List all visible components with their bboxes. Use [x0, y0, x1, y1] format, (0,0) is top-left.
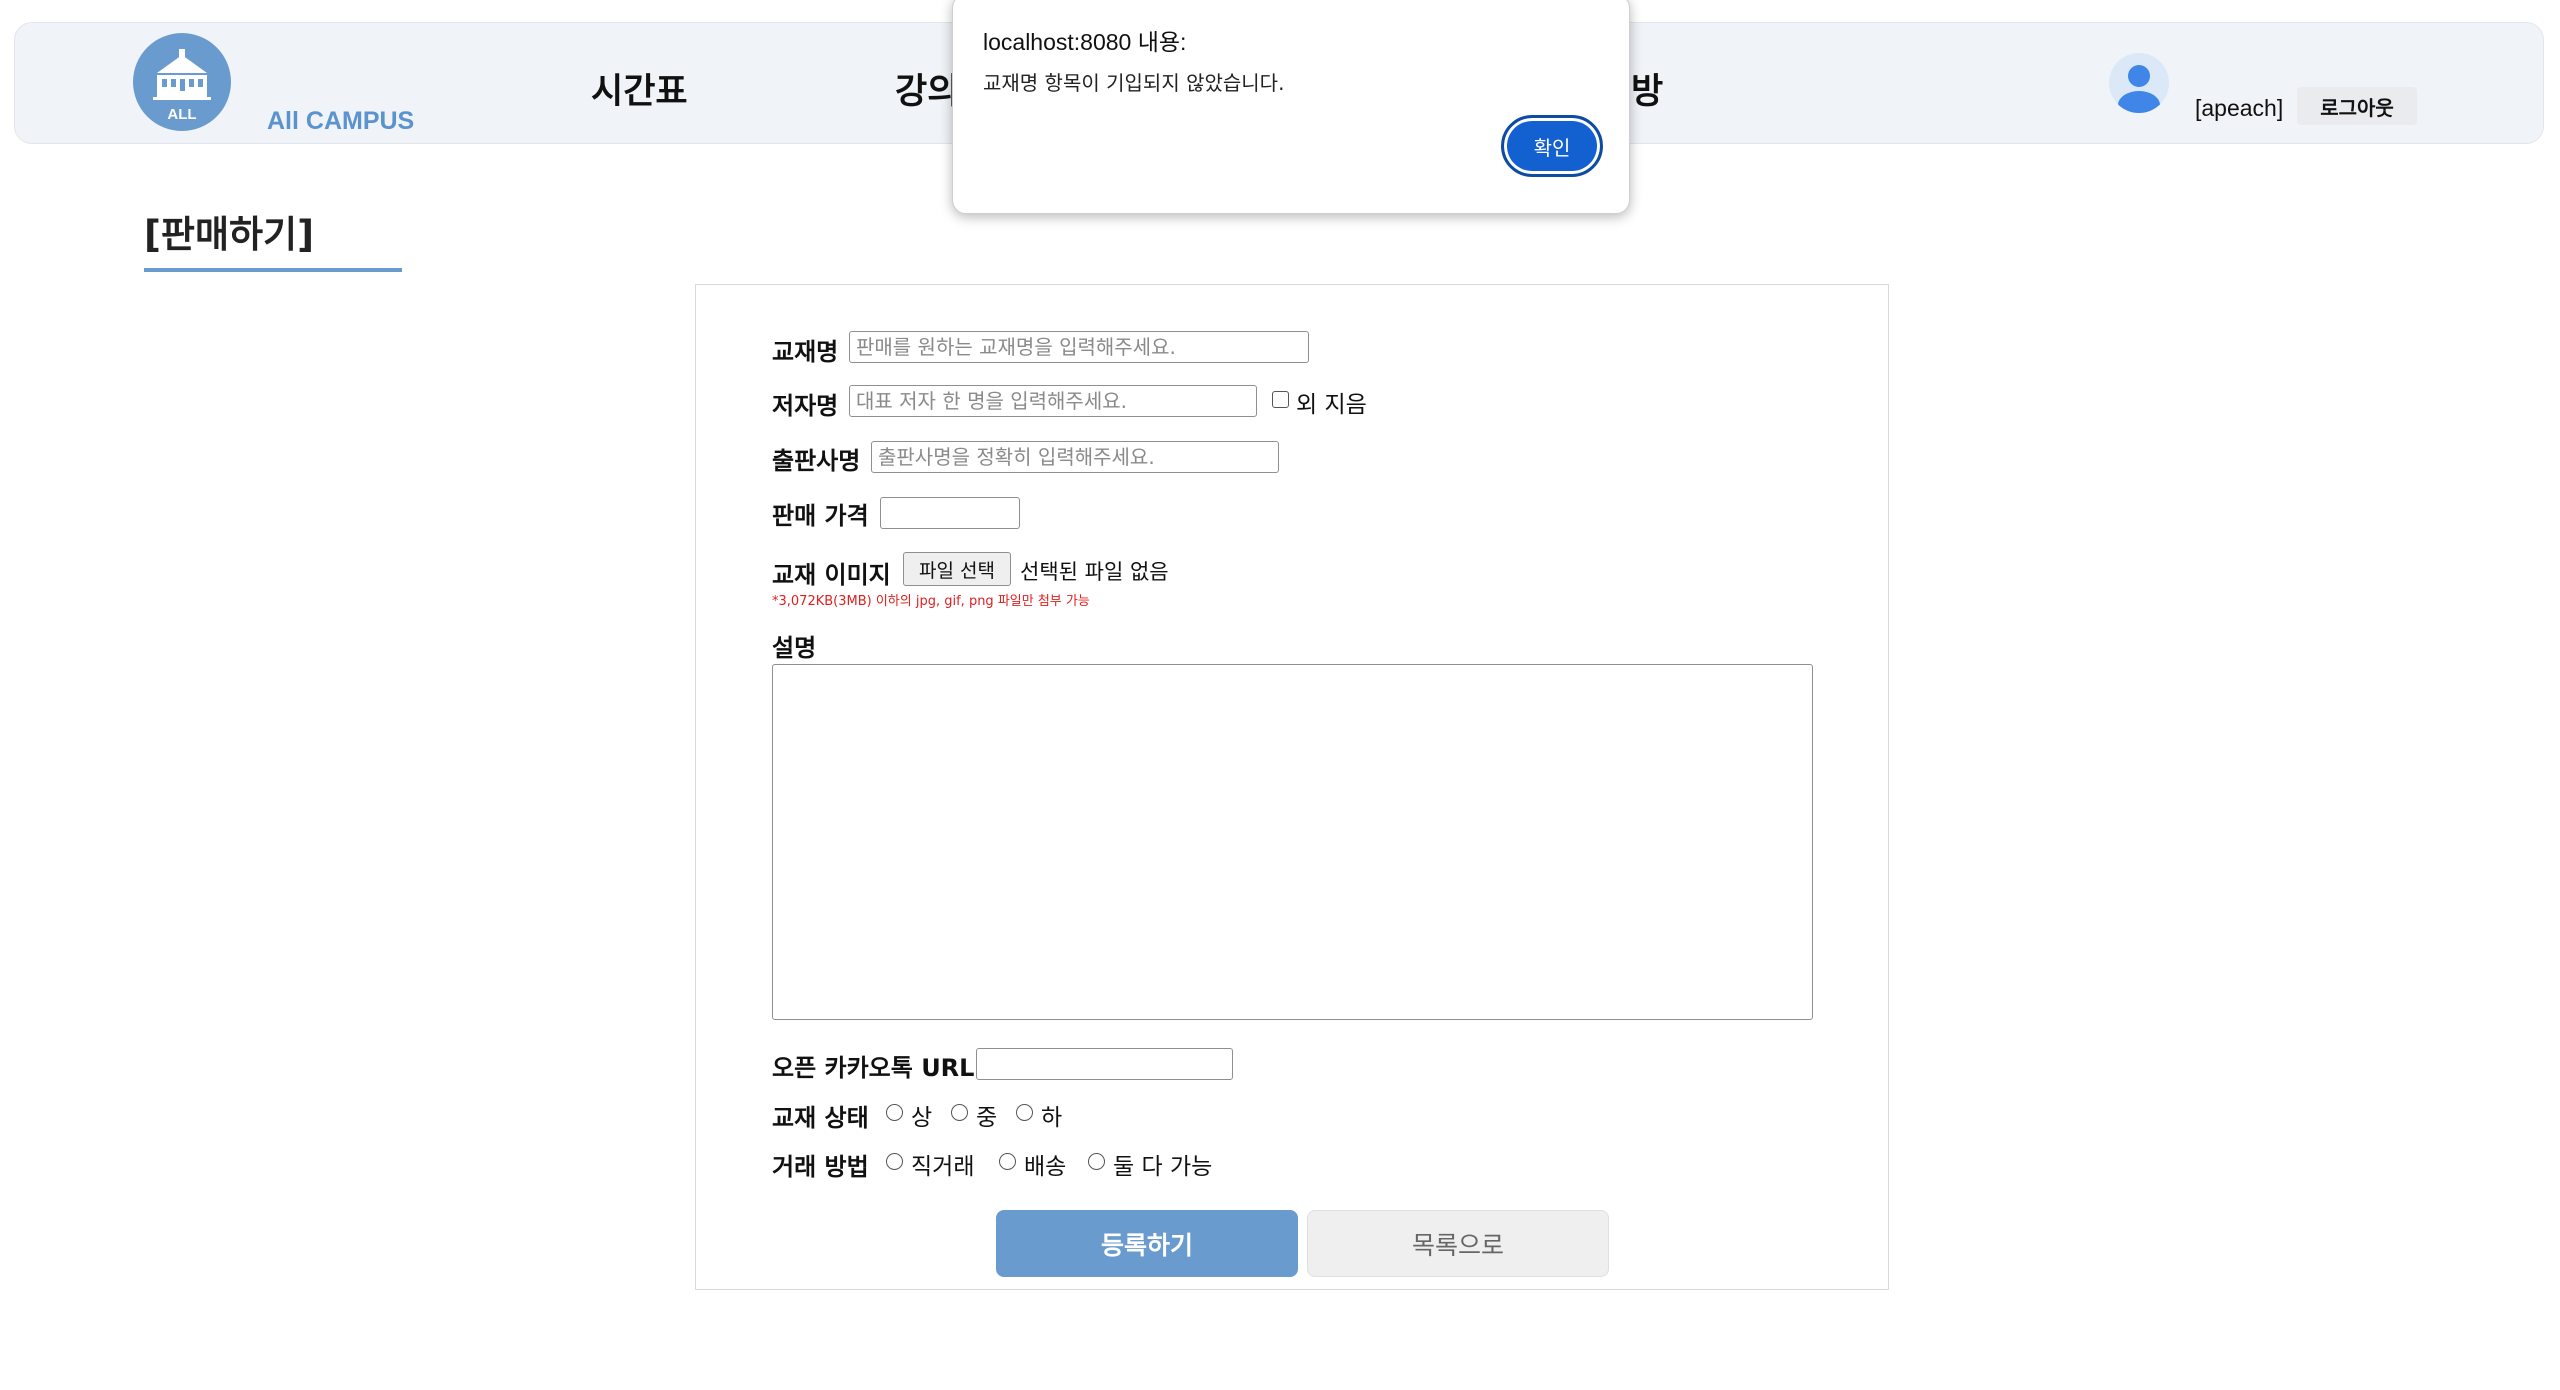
book-name-label: 교재명: [772, 338, 839, 366]
author-input[interactable]: [849, 385, 1257, 417]
price-input[interactable]: [880, 497, 1020, 529]
publisher-input[interactable]: [871, 441, 1279, 473]
file-select-button[interactable]: 파일 선택: [903, 552, 1011, 586]
dialog-title: localhost:8080 내용:: [983, 29, 1187, 55]
title-underline: [144, 268, 402, 272]
image-note: *3,072KB(3MB) 이하의 jpg, gif, png 파일만 첨부 가…: [772, 594, 1090, 609]
dialog-message: 교재명 항목이 기입되지 않았습니다.: [983, 71, 1285, 95]
method-radio-direct[interactable]: [886, 1153, 903, 1170]
nav-lecture[interactable]: 강의: [895, 63, 959, 114]
back-to-list-button[interactable]: 목록으로: [1307, 1210, 1609, 1277]
condition-label: 교재 상태: [772, 1104, 869, 1132]
description-label: 설명: [772, 634, 817, 662]
file-status: 선택된 파일 없음: [1020, 560, 1169, 584]
kakao-url-label: 오픈 카카오톡 URL: [772, 1054, 975, 1082]
logout-button[interactable]: 로그아웃: [2297, 87, 2417, 125]
method-option-both: 둘 다 가능: [1113, 1154, 1213, 1180]
condition-option-mid: 중: [976, 1105, 998, 1131]
author-extra-checkbox[interactable]: [1272, 391, 1289, 408]
condition-radio-high[interactable]: [886, 1104, 903, 1121]
description-textarea[interactable]: [772, 664, 1813, 1020]
dialog-ok-button[interactable]: 확인: [1501, 115, 1603, 177]
method-option-direct: 직거래: [911, 1154, 975, 1180]
publisher-label: 출판사명: [772, 447, 861, 475]
method-radio-both[interactable]: [1088, 1153, 1105, 1170]
author-extra-label: 외 지음: [1296, 392, 1367, 418]
page-title: [판매하기]: [144, 213, 314, 256]
school-logo-icon[interactable]: ALL: [133, 33, 231, 131]
kakao-url-input[interactable]: [976, 1048, 1233, 1080]
condition-option-low: 하: [1041, 1105, 1063, 1131]
user-name: [apeach]: [2195, 95, 2284, 121]
method-label: 거래 방법: [772, 1153, 869, 1181]
condition-radio-mid[interactable]: [951, 1104, 968, 1121]
logo-text[interactable]: All CAMPUS: [267, 107, 414, 136]
condition-option-high: 상: [911, 1105, 933, 1131]
register-button[interactable]: 등록하기: [996, 1210, 1298, 1277]
alert-dialog: localhost:8080 내용: 교재명 항목이 기입되지 않았습니다. 확…: [952, 0, 1630, 214]
method-option-delivery: 배송: [1024, 1154, 1067, 1180]
condition-radio-low[interactable]: [1016, 1104, 1033, 1121]
logo-badge: ALL: [167, 106, 196, 123]
method-radio-delivery[interactable]: [999, 1153, 1016, 1170]
price-label: 판매 가격: [772, 502, 869, 530]
book-name-input[interactable]: [849, 331, 1309, 363]
nav-timetable[interactable]: 시간표: [591, 63, 688, 114]
image-label: 교재 이미지: [772, 561, 891, 589]
nav-room[interactable]: 방: [1631, 63, 1663, 114]
user-avatar-icon[interactable]: [2109, 53, 2169, 113]
author-label: 저자명: [772, 392, 839, 420]
